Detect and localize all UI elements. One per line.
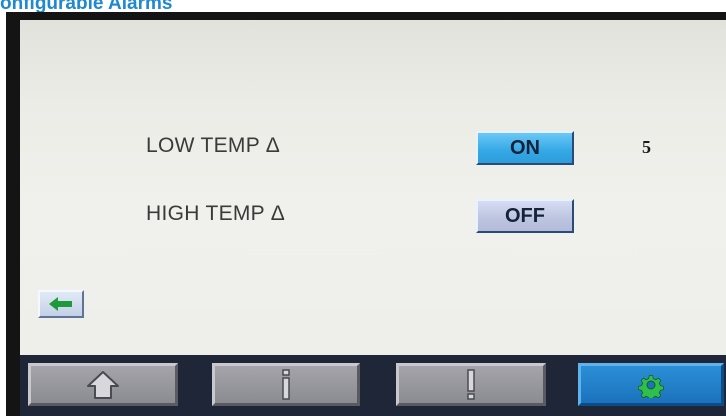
nav-info-button[interactable] xyxy=(212,363,360,406)
touch-screen: LOW TEMP Δ ON 5 HIGH TEMP Δ OFF xyxy=(20,20,726,355)
bottom-nav-bar xyxy=(20,355,726,416)
nav-alerts-button[interactable] xyxy=(396,363,546,406)
nav-settings-button[interactable] xyxy=(578,363,724,406)
low-temp-toggle[interactable]: ON xyxy=(476,131,574,165)
page: onfigurable Alarms LOW TEMP Δ ON 5 HIGH … xyxy=(0,0,726,416)
exclamation-icon xyxy=(464,368,478,401)
nav-home-button[interactable] xyxy=(28,363,178,406)
device-frame: LOW TEMP Δ ON 5 HIGH TEMP Δ OFF xyxy=(6,12,726,416)
left-arrow-icon xyxy=(49,297,73,311)
high-temp-toggle[interactable]: OFF xyxy=(476,199,574,233)
back-button[interactable] xyxy=(38,290,84,318)
gear-icon xyxy=(638,372,664,398)
info-icon xyxy=(279,368,293,401)
low-temp-toggle-label: ON xyxy=(510,136,540,159)
high-temp-label: HIGH TEMP Δ xyxy=(146,202,286,225)
house-icon xyxy=(86,370,120,400)
high-temp-toggle-label: OFF xyxy=(505,204,545,227)
low-temp-label: LOW TEMP Δ xyxy=(146,134,281,157)
low-temp-value: 5 xyxy=(642,137,651,157)
